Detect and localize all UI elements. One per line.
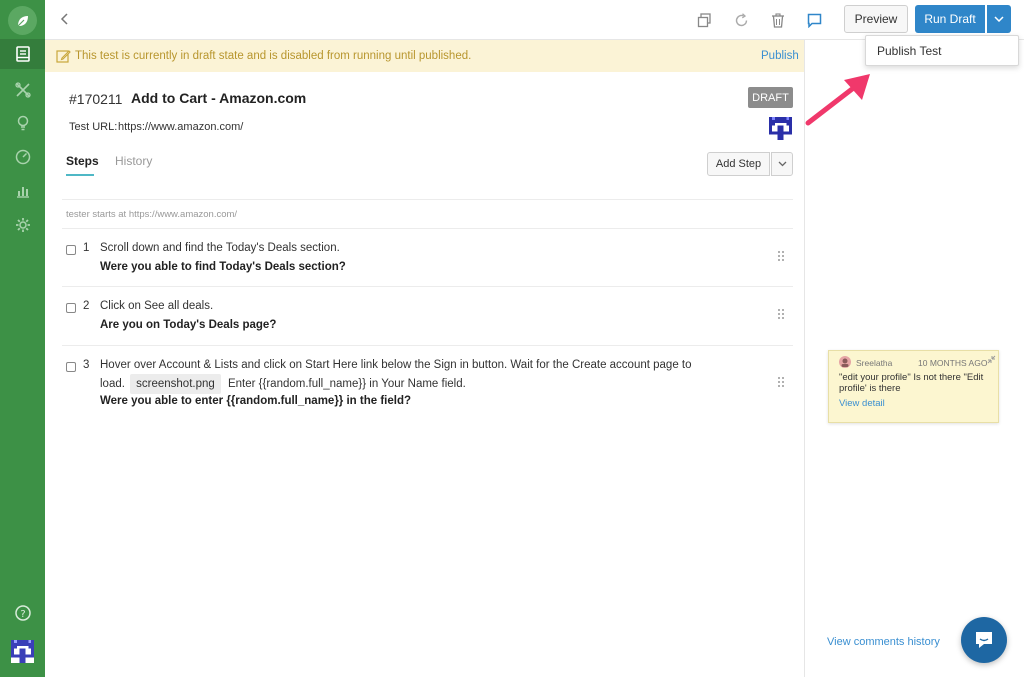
add-step-button[interactable]: Add Step: [707, 152, 770, 176]
attachment-chip[interactable]: screenshot.png: [130, 374, 221, 394]
step-number: 3: [83, 359, 90, 371]
divider: [62, 286, 793, 287]
comment-text: "edit your profile" Is not there "Edit p…: [839, 372, 984, 394]
help-icon[interactable]: ?: [0, 598, 45, 628]
test-url-label: Test URL:: [69, 121, 118, 133]
add-step-options-chevron-down-icon[interactable]: [771, 152, 793, 176]
view-comments-history-link[interactable]: View comments history: [827, 636, 940, 648]
collapse-icon[interactable]: [987, 355, 996, 364]
view-detail-link[interactable]: View detail: [839, 398, 885, 409]
tools-icon[interactable]: [0, 75, 45, 105]
duplicate-icon[interactable]: [694, 10, 714, 30]
trash-icon[interactable]: [768, 10, 788, 30]
leaf-icon[interactable]: [8, 6, 37, 35]
divider: [62, 228, 793, 229]
comment-card: Sreelatha 10 MONTHS AGO "edit your profi…: [828, 350, 999, 423]
test-url-value: https://www.amazon.com/: [118, 121, 244, 133]
step-instruction-part: Enter {{random.full_name}} in Your Name …: [227, 378, 466, 390]
active-tab-indicator: [66, 174, 94, 176]
page-title: Add to Cart - Amazon.com: [131, 90, 307, 106]
step-instruction-part: load.: [100, 378, 125, 390]
test-cases-icon[interactable]: [0, 39, 45, 69]
step-number: 1: [83, 242, 90, 254]
edit-icon: [56, 50, 71, 63]
drag-handle-icon[interactable]: [777, 250, 785, 262]
divider: [62, 199, 793, 200]
back-icon[interactable]: [57, 10, 73, 28]
status-badge: DRAFT: [748, 87, 793, 108]
step-number: 2: [83, 300, 90, 312]
step-instruction: Scroll down and find the Today's Deals s…: [100, 242, 340, 254]
comment-icon[interactable]: [804, 10, 824, 30]
step-checkbox[interactable]: [66, 303, 76, 313]
step-checkbox[interactable]: [66, 245, 76, 255]
test-id: #170211: [69, 91, 123, 107]
step-checkbox[interactable]: [66, 362, 76, 372]
chart-icon[interactable]: [0, 176, 45, 206]
publish-link[interactable]: Publish: [761, 50, 799, 62]
preview-button[interactable]: Preview: [844, 5, 908, 33]
annotation-arrow-icon: [805, 74, 870, 126]
tab-history[interactable]: History: [115, 154, 152, 168]
comment-timestamp: 10 MONTHS AGO: [918, 358, 988, 368]
avatar[interactable]: [11, 640, 34, 663]
draft-banner-text: This test is currently in draft state an…: [75, 50, 472, 62]
tab-steps[interactable]: Steps: [66, 154, 99, 168]
step-instruction: Click on See all deals.: [100, 300, 214, 312]
top-toolbar: Preview Run Draft: [45, 0, 1024, 40]
step-question: Are you on Today's Deals page?: [100, 319, 277, 331]
sidebar: ?: [0, 0, 45, 677]
step-instruction: Hover over Account & Lists and click on …: [100, 359, 692, 371]
run-draft-button[interactable]: Run Draft: [915, 5, 985, 33]
comment-author: Sreelatha: [856, 358, 893, 368]
dashboard-icon[interactable]: [0, 142, 45, 172]
step-question: Were you able to find Today's Deals sect…: [100, 261, 346, 273]
lightbulb-icon[interactable]: [0, 108, 45, 138]
commenter-avatar: [839, 356, 851, 368]
drag-handle-icon[interactable]: [777, 308, 785, 320]
svg-text:?: ?: [20, 609, 25, 620]
start-url-text: tester starts at https://www.amazon.com/: [66, 209, 238, 220]
draft-banner: This test is currently in draft state an…: [45, 40, 804, 72]
run-options-chevron-down-icon[interactable]: [987, 5, 1011, 33]
divider: [62, 345, 793, 346]
chat-icon[interactable]: [961, 617, 1007, 663]
run-options-dropdown: Publish Test: [865, 35, 1019, 66]
creator-avatar: [769, 117, 792, 140]
publish-test-menu-item[interactable]: Publish Test: [877, 44, 941, 58]
settings-icon[interactable]: [0, 210, 45, 240]
step-instruction-continued: load. screenshot.png Enter {{random.full…: [100, 374, 466, 394]
refresh-icon[interactable]: [731, 10, 751, 30]
step-question: Were you able to enter {{random.full_nam…: [100, 395, 411, 407]
drag-handle-icon[interactable]: [777, 376, 785, 388]
